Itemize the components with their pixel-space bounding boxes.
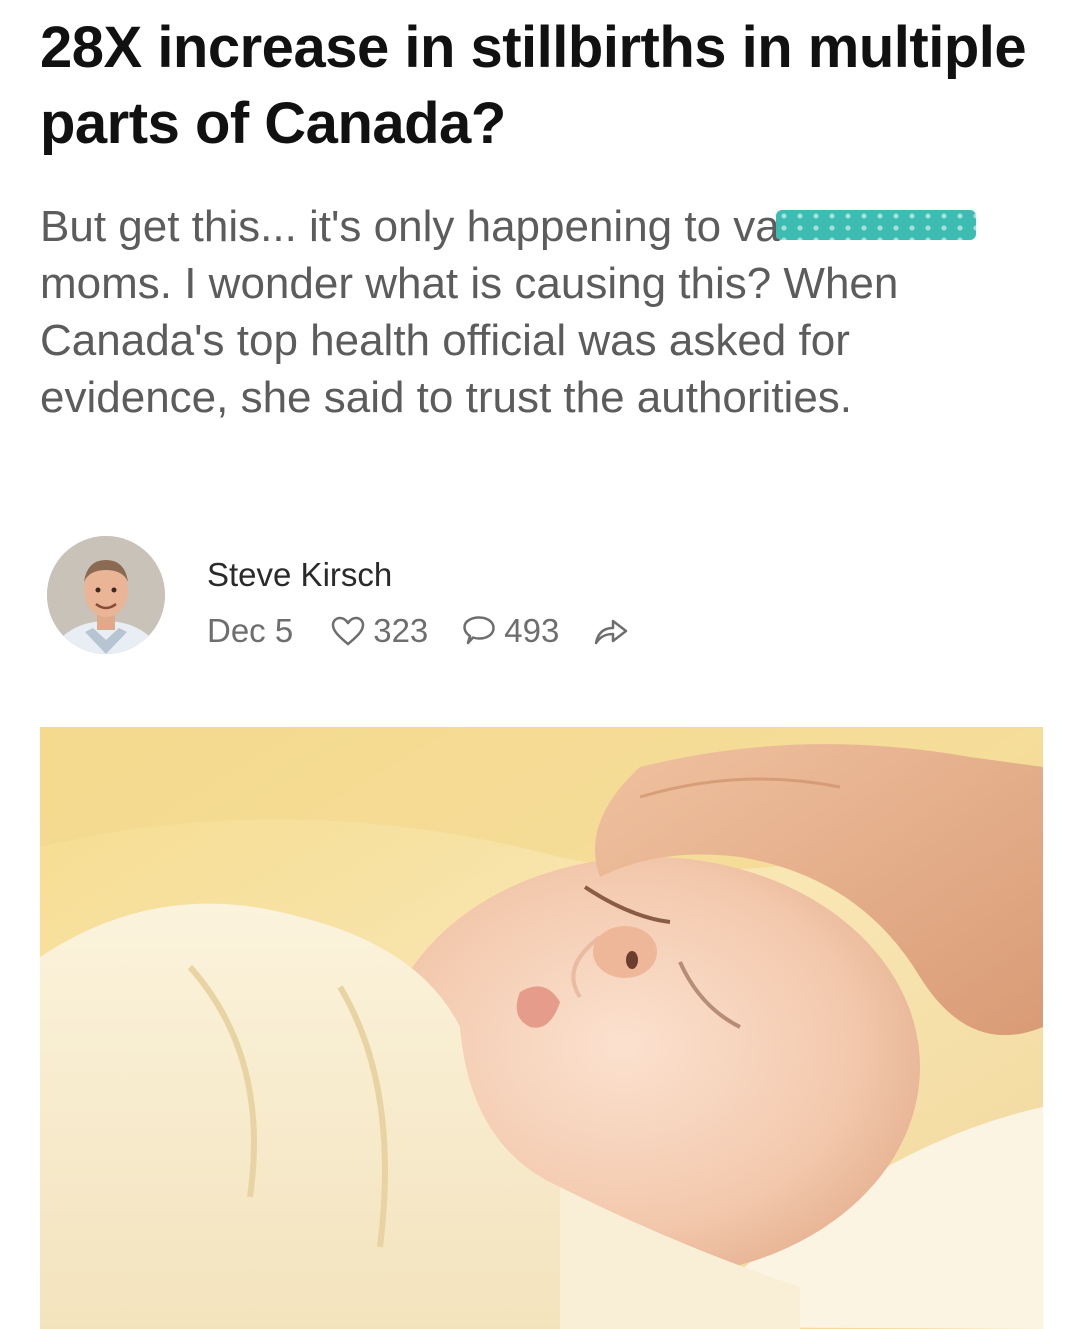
comment-count: 493 bbox=[504, 612, 560, 649]
comment-button[interactable]: 493 bbox=[462, 612, 559, 650]
like-button[interactable]: 323 bbox=[331, 612, 428, 650]
like-count: 323 bbox=[373, 612, 429, 649]
subtitle-text-end: moms. I wonder what is causing this? Whe… bbox=[40, 259, 899, 422]
speech-bubble-icon bbox=[463, 616, 496, 645]
heart-icon bbox=[331, 616, 365, 646]
author-avatar[interactable] bbox=[47, 536, 165, 654]
subtitle-text-start: But get this... it's only happening to v… bbox=[40, 202, 780, 251]
share-button[interactable] bbox=[593, 616, 637, 646]
post-meta: Dec 5 323 493 bbox=[207, 612, 671, 650]
post-card: 28X increase in stillbirths in multiple … bbox=[0, 0, 1080, 1329]
post-date: Dec 5 bbox=[207, 612, 294, 649]
byline: Steve Kirsch Dec 5 323 493 bbox=[47, 536, 1027, 656]
redaction-scribble bbox=[775, 210, 976, 241]
hero-image[interactable] bbox=[40, 727, 1043, 1329]
post-title[interactable]: 28X increase in stillbirths in multiple … bbox=[40, 10, 1040, 162]
share-arrow-icon bbox=[595, 619, 628, 645]
author-name[interactable]: Steve Kirsch bbox=[207, 556, 392, 594]
post-subtitle: But get this... it's only happening to v… bbox=[40, 198, 1040, 426]
